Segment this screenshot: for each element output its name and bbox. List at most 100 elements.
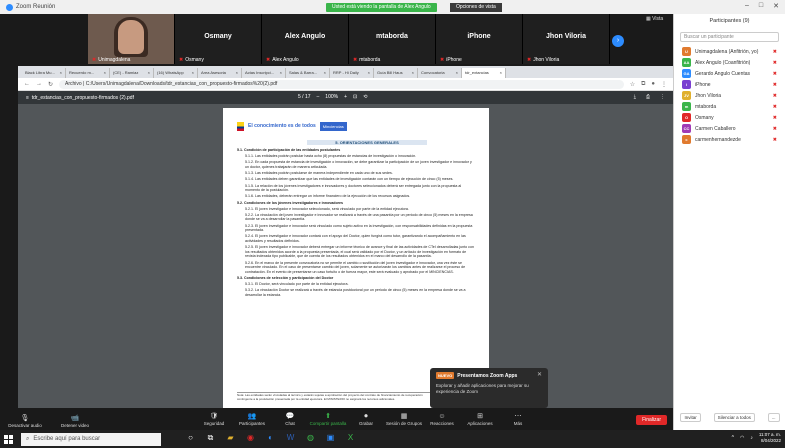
toolbar-button[interactable]: 👥 Participantes [233,410,271,426]
reload-icon[interactable]: ↻ [48,81,53,88]
browser-tab[interactable]: × tdr_extancias [462,68,506,78]
pdf-more-icon[interactable]: ⋮ [660,94,665,100]
zoom-level[interactable]: 100% [325,94,338,100]
toolbar-button[interactable]: 🛡 Seguridad [195,410,233,426]
browser-tab[interactable]: × Area Asesoria [198,68,242,78]
tab-close-icon[interactable]: × [412,70,414,75]
tray-arrow-icon[interactable]: ^ [732,435,734,441]
browser-tab[interactable]: × Recuerdo m... [66,68,110,78]
zoom-out-icon[interactable]: – [317,94,320,100]
extensions-icon[interactable]: ⧉ [641,81,645,88]
participant-row[interactable]: i iPhone ✖ [674,79,785,90]
chrome-icon[interactable]: ◉ [245,433,256,443]
file-explorer-icon[interactable]: ▰ [225,433,236,443]
task-view-icon[interactable]: ⧉ [205,433,216,443]
taskbar-search-input[interactable]: ⌕ Escribe aquí para buscar [21,432,161,446]
tab-close-icon[interactable]: × [368,70,370,75]
participant-row[interactable]: c carmenhernandezde ✖ [674,134,785,145]
participant-search-input[interactable]: Buscar un participante [680,32,779,42]
tab-close-icon[interactable]: × [324,70,326,75]
tab-close-icon[interactable]: × [192,70,194,75]
mic-off-icon[interactable]: ✖ [773,71,777,77]
wifi-icon[interactable]: ◠ [740,435,744,441]
participant-row[interactable]: CC Carmen Caballero ✖ [674,123,785,134]
excel-icon[interactable]: X [345,433,356,443]
toolbar-button[interactable]: 💬 Chat [271,410,309,426]
toolbar-button[interactable]: ⊞ Aplicaciones [461,410,499,426]
tab-close-icon[interactable]: × [500,70,502,75]
next-thumbnails-button[interactable]: › [612,35,624,47]
vista-button[interactable]: ▦ Vista [646,16,663,22]
tab-close-icon[interactable]: × [280,70,282,75]
tab-close-icon[interactable]: × [456,70,458,75]
participant-row[interactable]: U Unimagdalena (Anfitrión, yo) ✖ [674,46,785,57]
star-icon[interactable]: ☆ [630,81,635,88]
mic-off-icon[interactable]: ✖ [773,115,777,121]
tab-close-icon[interactable]: × [236,70,238,75]
url-field[interactable]: Archivo | C:/Users/Unimagdalena/Download… [59,79,624,89]
more-options-button[interactable]: ... [767,413,780,422]
browser-tab[interactable]: × (CE) - Ramiaz [110,68,154,78]
forward-icon[interactable]: → [36,81,42,87]
participant-row[interactable]: JV Jhon Viloria ✖ [674,90,785,101]
participant-thumbnail[interactable]: mtaborda ✖ mtaborda [349,14,436,64]
browser-tab[interactable]: × Actas Inscripci... [242,68,286,78]
end-meeting-button[interactable]: Finalizar [636,415,667,425]
browser-tab[interactable]: × Salas & Barra... [286,68,330,78]
view-options-button[interactable]: Opciones de vista [450,3,502,12]
mic-off-icon[interactable]: ✖ [773,82,777,88]
page-indicator[interactable]: 5 / 17 [298,94,311,100]
download-icon[interactable]: ⤓ [634,94,636,100]
back-icon[interactable]: ← [24,81,30,87]
mic-off-icon[interactable]: ✖ [773,49,777,55]
participant-thumbnail[interactable]: Osmany ✖ Osmany [175,14,262,64]
maximize-icon[interactable]: □ [759,2,763,10]
participant-row[interactable]: AA Alex Angulo (Coanfitrión) ✖ [674,57,785,68]
pdf-viewer[interactable]: El conocimiento es de todos Minciencias … [18,104,673,408]
clock[interactable]: 11:07 a. m. 8/04/2022 [759,432,781,444]
mic-off-icon[interactable]: ✖ [773,126,777,132]
zoom-apps-popup[interactable]: NUEVO Presentamos Zoom Apps ✕ Explorar y… [430,368,548,408]
whatsapp-icon[interactable]: ◍ [305,433,316,443]
participant-row[interactable]: O Osmany ✖ [674,112,785,123]
participant-thumbnail[interactable]: ✖ Unimagdalena [88,14,175,64]
toolbar-button[interactable]: 🎙 Desactivar audio [6,412,44,428]
print-icon[interactable]: ⎙ [646,94,650,100]
participant-row[interactable]: m mtaborda ✖ [674,101,785,112]
zoom-taskbar-icon[interactable]: ▣ [325,433,336,443]
participant-thumbnail[interactable]: Alex Angulo ✖ Alex Angulo [262,14,349,64]
tab-close-icon[interactable]: × [104,70,106,75]
windows-start-icon[interactable] [4,434,13,444]
tab-close-icon[interactable]: × [60,70,62,75]
invite-button[interactable]: Invitar [680,413,701,422]
minimize-icon[interactable]: – [745,2,749,10]
browser-tab[interactable]: × Black Libra Mu... [22,68,66,78]
browser-tab[interactable]: × Guía Bill Haus [374,68,418,78]
browser-tab[interactable]: × RRP - Hi Daily [330,68,374,78]
browser-tab[interactable]: × Convocatoria [418,68,462,78]
toolbar-button[interactable]: ▦ Sesión de Grupos [385,410,423,426]
participant-row[interactable]: GA Gerardo Angulo Cuentas ✖ [674,68,785,79]
mic-off-icon[interactable]: ✖ [773,137,777,143]
profile-icon[interactable]: ● [651,81,655,88]
participant-thumbnail[interactable]: iPhone ✖ iPhone [436,14,523,64]
toolbar-button[interactable]: ⋯ Más [499,410,537,426]
popup-close-icon[interactable]: ✕ [537,371,542,378]
fit-page-icon[interactable]: ⊡ [353,94,357,100]
mic-off-icon[interactable]: ✖ [773,93,777,99]
edge-icon[interactable]: ◐ [265,433,276,443]
participant-thumbnail[interactable]: Jhon Viloria ✖ Jhon Viloria [523,14,610,64]
mic-off-icon[interactable]: ✖ [773,60,777,66]
zoom-in-icon[interactable]: + [344,94,347,100]
browser-tab[interactable]: × (16) WhatsApp [154,68,198,78]
rotate-icon[interactable]: ⟲ [363,94,367,100]
close-icon[interactable]: ✕ [773,2,779,10]
mic-off-icon[interactable]: ✖ [773,104,777,110]
cortana-icon[interactable]: ○ [185,433,196,443]
mute-all-button[interactable]: Silenciar a todos [713,413,755,422]
tab-close-icon[interactable]: × [148,70,150,75]
menu-icon[interactable]: ⋮ [661,81,667,88]
toolbar-button[interactable]: ☺ Reacciones [423,410,461,426]
word-icon[interactable]: W [285,433,296,443]
toolbar-button[interactable]: 📹 Detener video [56,412,94,428]
